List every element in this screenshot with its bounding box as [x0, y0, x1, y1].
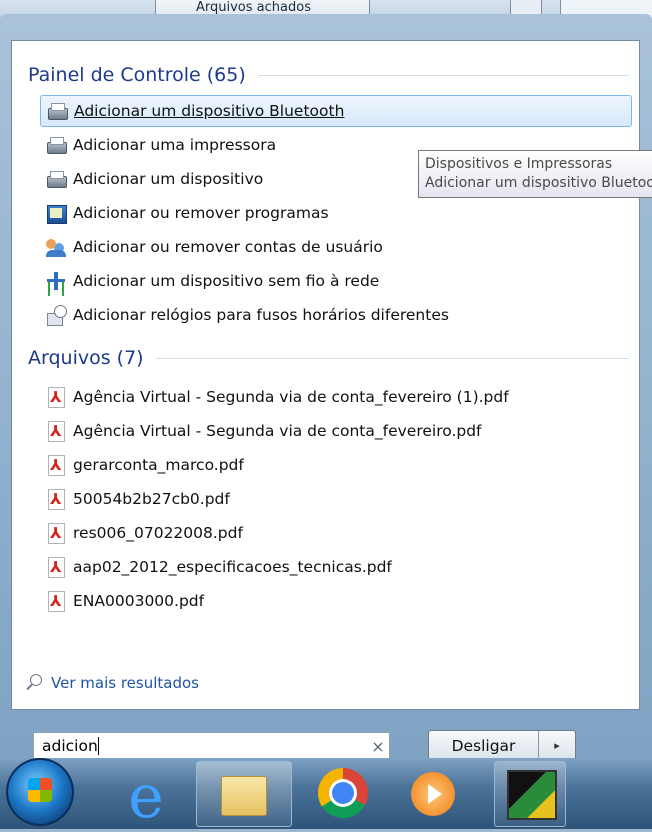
pdf-icon — [45, 522, 67, 544]
pdf-icon — [45, 556, 67, 578]
start-menu: Painel de Controle (65) Adicionar um dis… — [0, 14, 652, 770]
shutdown-button[interactable]: Desligar — [429, 737, 538, 755]
result-item-label: Adicionar um dispositivo sem fio à rede — [73, 272, 380, 290]
see-more-results-label: Ver mais resultados — [51, 674, 199, 692]
result-item-label: Adicionar ou remover contas de usuário — [73, 238, 383, 256]
file-item-label: aap02_2012_especificacoes_tecnicas.pdf — [73, 558, 392, 576]
search-results-panel: Painel de Controle (65) Adicionar um dis… — [11, 40, 640, 710]
clear-search-icon[interactable]: × — [367, 737, 389, 756]
shutdown-button-group: Desligar ▸ — [428, 730, 576, 761]
file-item[interactable]: gerarconta_marco.pdf — [40, 449, 632, 481]
tooltip-line-2: Adicionar um dispositivo Bluetooth — [425, 175, 652, 191]
windows-explorer-icon[interactable] — [196, 761, 292, 827]
tooltip-line-1: Dispositivos e Impressoras — [425, 156, 613, 172]
result-item-programs[interactable]: Adicionar ou remover programas — [40, 197, 632, 229]
pdf-icon — [45, 386, 67, 408]
result-item-user-accounts[interactable]: Adicionar ou remover contas de usuário — [40, 231, 632, 263]
clock-icon — [45, 304, 67, 326]
pdf-icon — [45, 590, 67, 612]
file-item[interactable]: aap02_2012_especificacoes_tecnicas.pdf — [40, 551, 632, 583]
app-icon[interactable] — [494, 761, 566, 827]
files-header[interactable]: Arquivos (7) — [28, 344, 629, 372]
file-item[interactable]: ENA0003000.pdf — [40, 585, 632, 617]
result-item-add-bluetooth[interactable]: Adicionar um dispositivo Bluetooth — [40, 95, 632, 127]
result-item-label: Adicionar um dispositivo Bluetooth — [74, 102, 345, 120]
media-player-icon[interactable] — [411, 772, 455, 816]
programs-features-icon — [45, 202, 67, 224]
start-orb-icon[interactable] — [6, 758, 74, 826]
file-item[interactable]: 50054b2b27cb0.pdf — [40, 483, 632, 515]
user-accounts-icon — [45, 236, 67, 258]
pdf-icon — [45, 454, 67, 476]
file-item-label: 50054b2b27cb0.pdf — [73, 490, 230, 508]
taskbar: e — [0, 758, 652, 829]
file-item-label: Agência Virtual - Segunda via de conta_f… — [73, 422, 482, 440]
file-item[interactable]: res006_07022008.pdf — [40, 517, 632, 549]
chrome-icon[interactable] — [318, 768, 368, 818]
text-caret — [97, 737, 99, 756]
header-divider — [155, 357, 629, 359]
result-item-label: Adicionar um dispositivo — [73, 170, 264, 188]
file-item[interactable]: Agência Virtual - Segunda via de conta_f… — [40, 381, 632, 413]
devices-printers-icon — [45, 168, 67, 190]
shutdown-options-arrow-icon[interactable]: ▸ — [539, 739, 575, 752]
control-panel-header[interactable]: Painel de Controle (65) — [28, 61, 629, 89]
see-more-results-link[interactable]: Ver mais resultados — [25, 674, 199, 692]
search-input[interactable]: adicion × — [33, 732, 390, 760]
file-item-label: ENA0003000.pdf — [73, 592, 205, 610]
result-item-label: Adicionar relógios para fusos horários d… — [73, 306, 449, 324]
internet-explorer-icon[interactable]: e — [118, 767, 174, 827]
file-item[interactable]: Agência Virtual - Segunda via de conta_f… — [40, 415, 632, 447]
devices-printers-icon — [46, 100, 68, 122]
result-item-clocks[interactable]: Adicionar relógios para fusos horários d… — [40, 299, 632, 331]
control-panel-title: Painel de Controle (65) — [28, 64, 246, 86]
pdf-icon — [45, 420, 67, 442]
devices-printers-icon — [45, 134, 67, 156]
header-divider — [257, 74, 629, 76]
files-title: Arquivos (7) — [28, 347, 144, 369]
file-item-label: Agência Virtual - Segunda via de conta_f… — [73, 388, 509, 406]
search-text: adicion — [42, 736, 98, 755]
search-icon — [25, 674, 43, 692]
tooltip: Dispositivos e Impressoras Adicionar um … — [418, 150, 652, 198]
result-item-label: Adicionar ou remover programas — [73, 204, 329, 222]
file-item-label: gerarconta_marco.pdf — [73, 456, 244, 474]
search-input-value: adicion — [34, 737, 367, 756]
result-item-wireless-device[interactable]: Adicionar um dispositivo sem fio à rede — [40, 265, 632, 297]
pdf-icon — [45, 488, 67, 510]
file-item-label: res006_07022008.pdf — [73, 524, 243, 542]
network-icon — [45, 270, 67, 292]
result-item-label: Adicionar uma impressora — [73, 136, 277, 154]
